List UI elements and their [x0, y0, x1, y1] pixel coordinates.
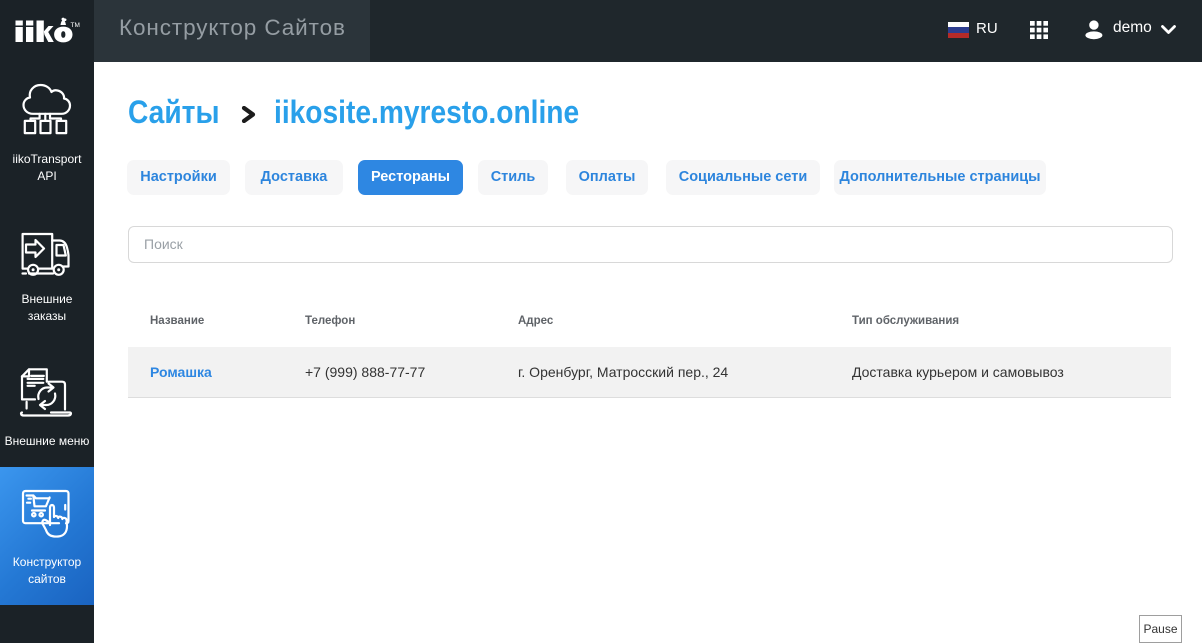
svg-text:TM: TM	[71, 22, 80, 29]
